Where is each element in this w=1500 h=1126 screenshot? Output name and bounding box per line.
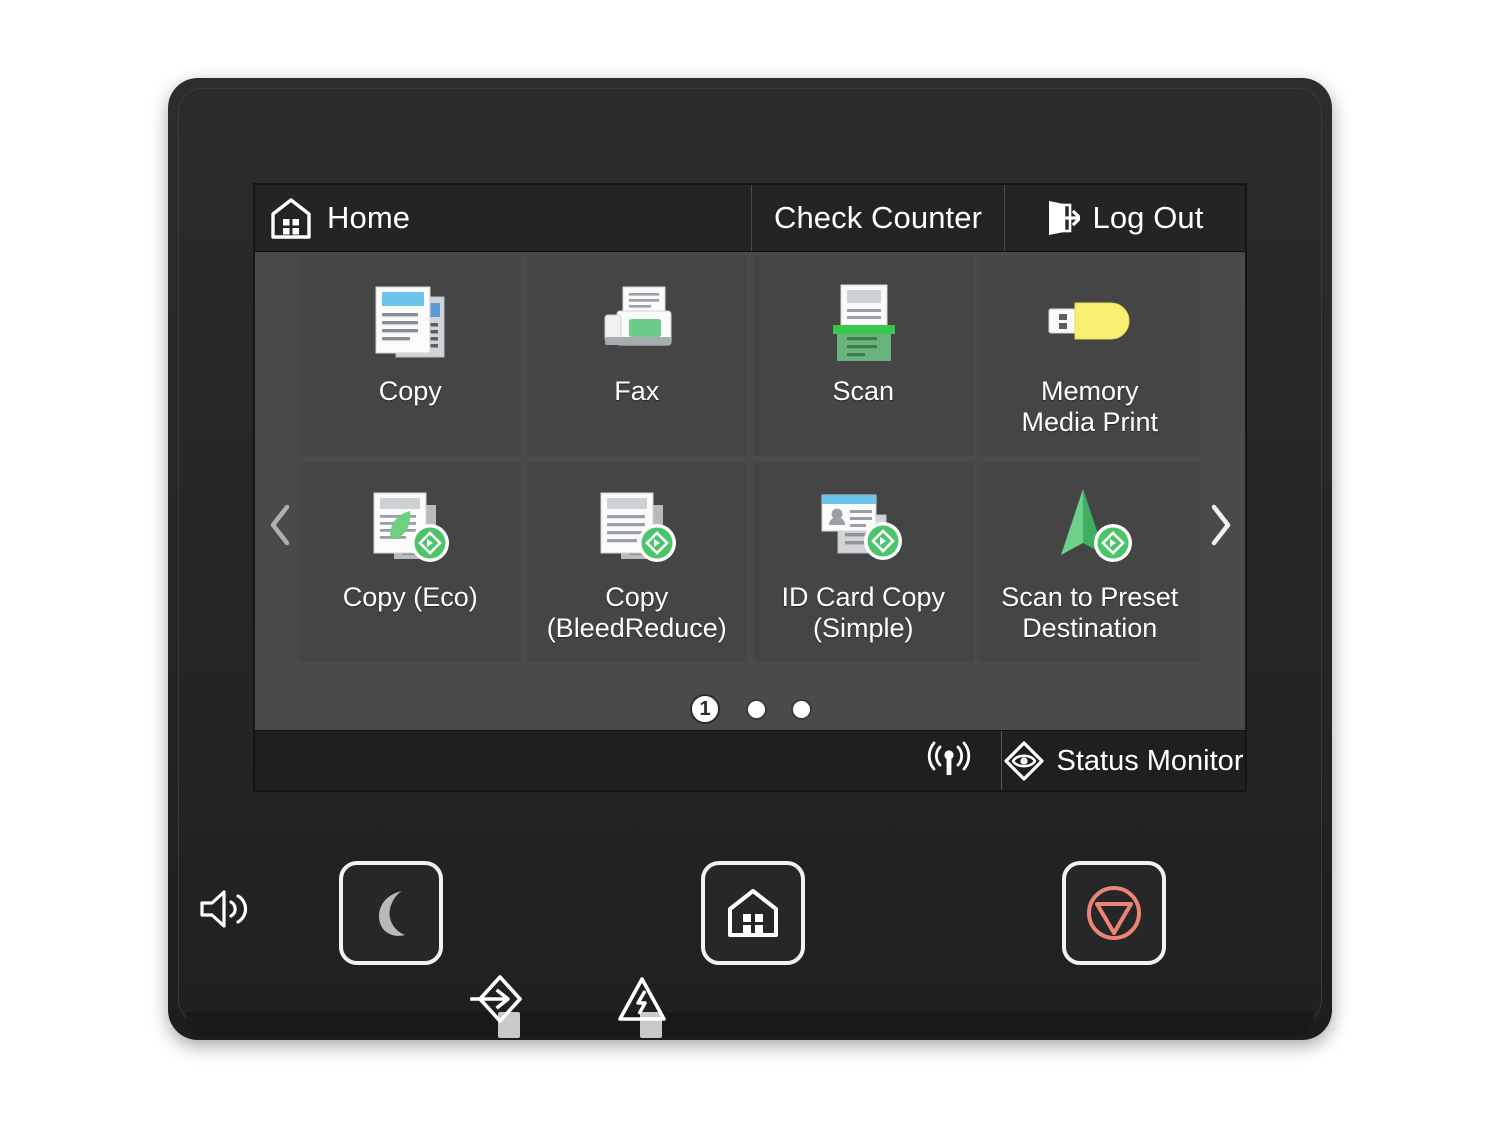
tile-label: Fax [614,376,660,406]
pager-dot-current[interactable]: 1 [690,694,720,724]
crescent-moon-icon [364,885,418,941]
fax-machine-icon [577,274,697,372]
scanner-icon [803,274,923,372]
copy-bleed-reduce-icon [577,480,697,578]
tile-label: Scan [832,376,895,406]
status-monitor-label: Status Monitor [1056,744,1244,777]
volume-icon[interactable] [196,884,256,934]
copy-documents-icon [350,274,470,372]
copy-eco-leaf-icon [350,480,470,578]
touchscreen-display[interactable]: Home Check Counter Log Out Copy Fax Scan… [255,185,1245,790]
home-icon [725,885,781,941]
check-counter-button[interactable]: Check Counter [752,185,1005,251]
tile-label: Memory Media Print [1021,376,1159,437]
home-icon [269,196,313,240]
usb-flash-drive-icon [1030,274,1150,372]
logout-label: Log Out [1092,200,1204,235]
tile-scan-to-preset-destination[interactable]: Scan to Preset Destination [979,462,1200,662]
tile-fax[interactable]: Fax [526,256,747,456]
tile-id-card-copy[interactable]: ID Card Copy (Simple) [753,462,974,662]
tile-label: Copy (Eco) [342,582,478,612]
stop-circle-icon [1085,884,1143,942]
error-led-icon [616,975,668,1023]
pager-dot-3[interactable] [793,700,810,718]
header-home-area[interactable]: Home [255,185,752,251]
id-card-copy-icon [803,480,923,578]
scan-preset-arrow-icon [1030,480,1150,578]
tile-memory-media-print[interactable]: Memory Media Print [979,256,1200,456]
pager-dot-2[interactable] [748,700,765,718]
tile-label: Scan to Preset Destination [1001,582,1179,643]
stop-button[interactable] [1062,861,1166,965]
tile-label: ID Card Copy (Simple) [781,582,946,643]
logout-button[interactable]: Log Out [1005,185,1245,251]
chevron-left-icon[interactable] [257,497,302,553]
tile-copy-eco[interactable]: Copy (Eco) [300,462,521,662]
tile-copy-bleedreduce[interactable]: Copy (BleedReduce) [526,462,747,662]
status-monitor-button[interactable]: Status Monitor [1002,741,1245,781]
wireless-signal-icon[interactable] [923,741,975,781]
app-tile-grid: Copy Fax Scan Memory Media Print Copy (E… [300,252,1200,662]
home-button[interactable] [701,861,805,965]
tile-scan[interactable]: Scan [753,256,974,456]
header-home-label: Home [327,200,411,235]
screen-status-bar: Status Monitor [255,730,1245,790]
data-led-icon [470,975,524,1023]
page-indicator: 1 [255,694,1245,724]
chevron-right-icon[interactable] [1198,497,1243,553]
panel-foot-lip [186,1012,1314,1038]
home-tile-area: Copy Fax Scan Memory Media Print Copy (E… [255,252,1245,730]
screen-header-bar: Home Check Counter Log Out [255,185,1245,252]
sleep-button[interactable] [339,861,443,965]
status-bar-left [255,731,1002,790]
tile-label: Copy (BleedReduce) [546,582,727,643]
logout-icon [1046,199,1081,237]
tile-label: Copy [378,376,442,406]
check-counter-label: Check Counter [773,200,983,235]
tile-copy[interactable]: Copy [300,256,521,456]
status-monitor-eye-icon [1003,741,1044,781]
